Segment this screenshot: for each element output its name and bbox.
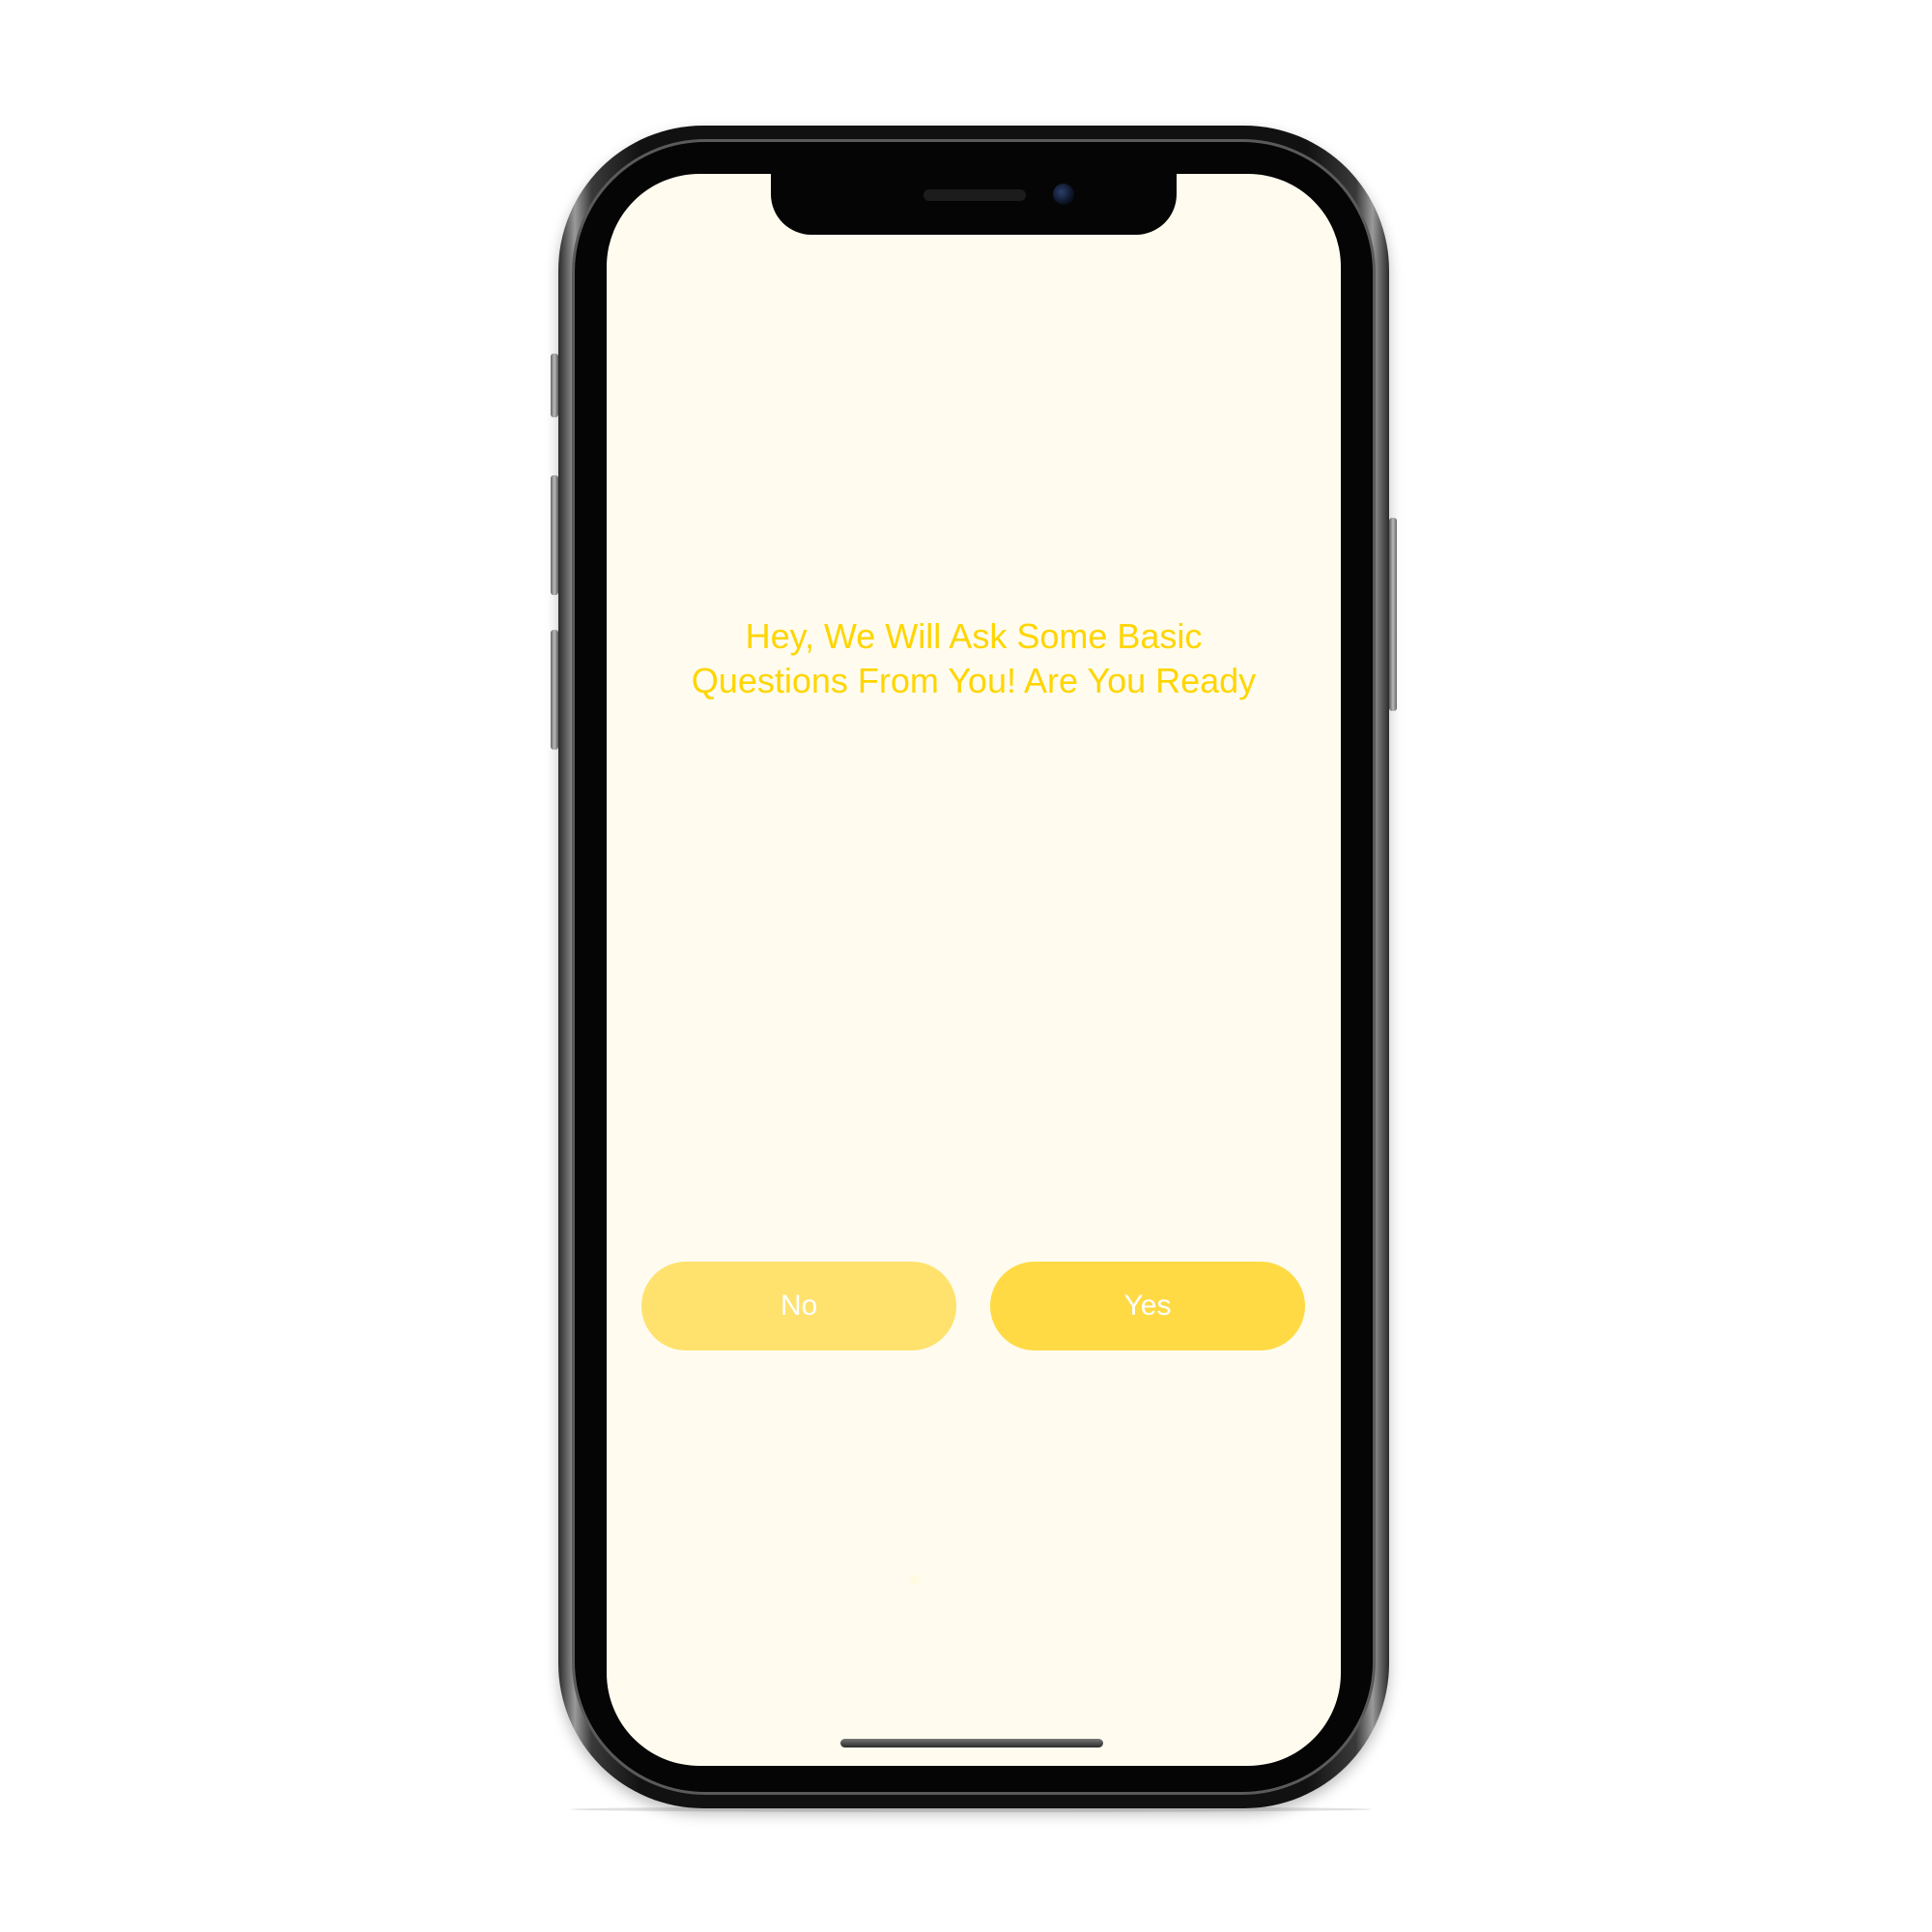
no-button[interactable]: No (641, 1262, 956, 1350)
prompt-line-1: Hey, We Will Ask Some Basic (745, 616, 1203, 656)
volume-down-button (551, 630, 558, 750)
speaker-grille (923, 189, 1026, 201)
home-indicator[interactable] (840, 1739, 1103, 1747)
mute-switch (551, 354, 558, 417)
prompt-line-2: Questions From You! Are You Ready (691, 661, 1257, 700)
battery-icon: ▮ (1248, 207, 1260, 228)
front-camera (1053, 184, 1074, 205)
stage: 12:03 ● ▮ Hey, We Will Ask Some Basic Qu… (0, 0, 1932, 1932)
wifi-icon: ● (1232, 207, 1244, 228)
yes-button[interactable]: Yes (990, 1262, 1305, 1350)
page-indicator-dot (910, 1575, 920, 1584)
power-button (1389, 518, 1397, 711)
app-screen (607, 174, 1341, 1766)
notch (771, 172, 1177, 235)
status-time: 12:03 (665, 205, 720, 229)
volume-up-button (551, 475, 558, 595)
status-icons: ● ▮ (1232, 205, 1260, 229)
no-button-label: No (780, 1290, 818, 1321)
yes-button-label: Yes (1123, 1290, 1172, 1321)
intro-prompt: Hey, We Will Ask Some Basic Questions Fr… (607, 614, 1341, 703)
